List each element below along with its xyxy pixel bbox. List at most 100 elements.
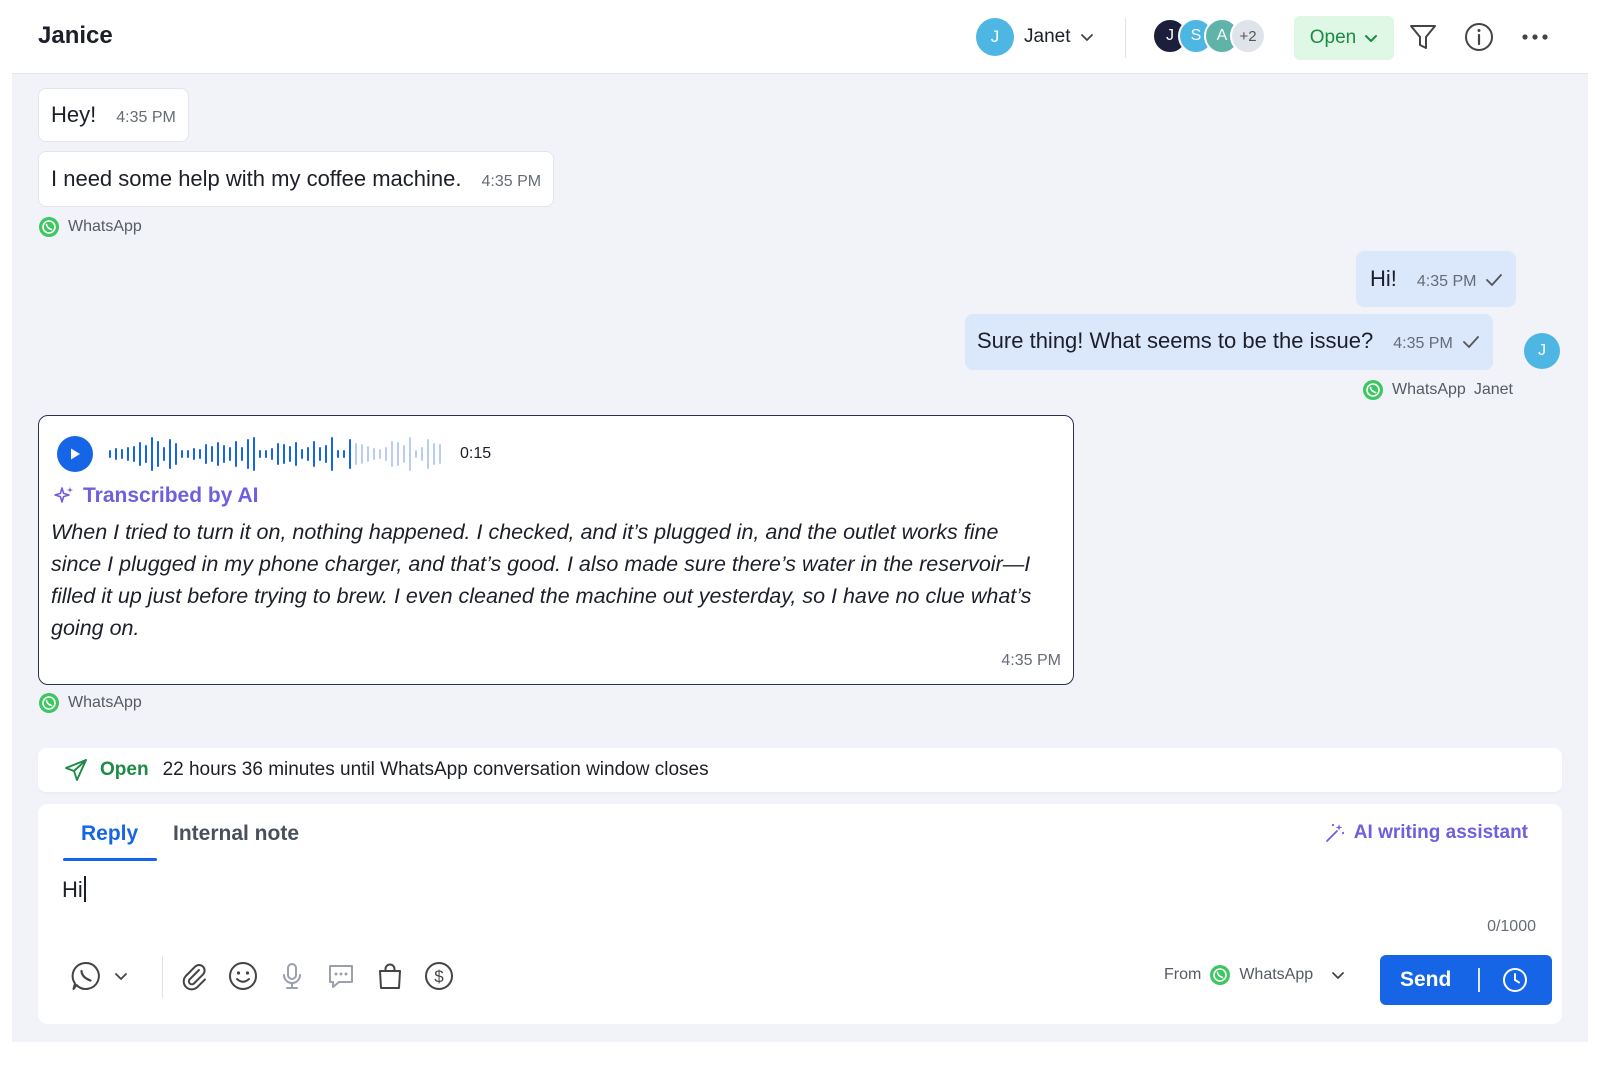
outgoing-message[interactable]: Hi! 4:35 PM	[1356, 251, 1517, 307]
channel-selector-button[interactable]	[70, 958, 136, 994]
waveform-bar	[319, 447, 321, 461]
attachment-icon	[182, 964, 206, 991]
window-status: Open	[100, 759, 149, 780]
message-text: I need some help with my coffee machine.	[51, 166, 462, 191]
assignee-dropdown[interactable]: J Janet	[976, 18, 1094, 56]
waveform-bar	[403, 445, 405, 463]
schedule-clock-icon[interactable]	[1502, 967, 1528, 993]
message-channel: WhatsApp	[38, 692, 142, 714]
play-button[interactable]	[57, 436, 93, 472]
waveform-bar	[139, 442, 141, 466]
toolbar-divider	[162, 956, 163, 998]
waveform-bar	[133, 446, 135, 462]
waveform-bar	[427, 439, 429, 469]
waveform-bar	[259, 450, 261, 458]
attach-file-button[interactable]	[176, 958, 212, 994]
tab-internal-note[interactable]: Internal note	[173, 822, 299, 846]
header-divider	[1125, 18, 1126, 58]
participants-more-count: +2	[1230, 18, 1266, 54]
tab-reply[interactable]: Reply	[81, 822, 138, 846]
message-time: 4:35 PM	[481, 173, 542, 190]
filter-button[interactable]	[1404, 18, 1442, 56]
send-button[interactable]: Send	[1380, 955, 1552, 1005]
participants-stack[interactable]: J S A +2	[1152, 18, 1266, 56]
character-counter: 0/1000	[1487, 918, 1536, 935]
info-button[interactable]	[1460, 18, 1498, 56]
waveform-bar	[349, 439, 351, 469]
contact-name: Janice	[38, 22, 113, 49]
waveform-bar	[229, 447, 231, 461]
waveform-bar	[313, 441, 315, 467]
ai-writing-assistant-button[interactable]: AI writing assistant	[1324, 822, 1528, 844]
channel-label: WhatsApp	[1392, 381, 1466, 398]
waveform-bar	[295, 442, 297, 466]
chat-template-icon	[329, 965, 353, 988]
chevron-down-icon	[1081, 34, 1094, 41]
waveform-bar	[157, 441, 159, 467]
status-dropdown-button[interactable]: Open	[1294, 16, 1394, 60]
waveform-bar	[127, 447, 129, 461]
waveform-bar	[199, 449, 201, 459]
outgoing-message[interactable]: Sure thing! What seems to be the issue? …	[965, 314, 1493, 370]
chevron-down-icon	[115, 973, 127, 980]
waveform-bar	[439, 444, 441, 464]
waveform-bar	[265, 450, 267, 458]
waveform-bar	[433, 443, 435, 465]
check-icon	[1462, 336, 1479, 348]
from-label: From	[1164, 966, 1202, 983]
message-channel: WhatsApp Janet	[1362, 379, 1513, 401]
message-time: 4:35 PM	[1001, 652, 1061, 669]
waveform-bar	[409, 437, 411, 471]
whatsapp-icon	[1210, 965, 1231, 985]
transcribed-by-ai-label: Transcribed by AI	[53, 484, 258, 508]
transcript-text: When I tried to turn it on, nothing happ…	[51, 520, 1032, 640]
voice-record-button[interactable]	[274, 958, 310, 994]
reply-input[interactable]: Hi	[62, 876, 1522, 916]
magic-wand-icon	[1325, 823, 1344, 842]
transcribed-label-text: Transcribed by AI	[83, 484, 259, 507]
product-catalog-button[interactable]	[372, 958, 408, 994]
message-time: 4:35 PM	[1393, 335, 1453, 352]
whatsapp-icon	[39, 217, 59, 237]
reply-draft-text: Hi	[62, 877, 83, 902]
waveform-bar	[241, 447, 243, 461]
incoming-message[interactable]: Hey! 4:35 PM	[38, 88, 189, 142]
more-options-button[interactable]	[1516, 18, 1554, 56]
waveform-bar	[175, 443, 177, 465]
message-time: 4:35 PM	[1416, 273, 1477, 290]
incoming-message[interactable]: I need some help with my coffee machine.…	[38, 151, 555, 207]
check-icon	[1486, 274, 1503, 286]
send-divider	[1478, 968, 1480, 992]
conversation-view: Janice J Janet J S A +2 Open Hey! 4:35 P…	[12, 0, 1588, 1042]
waveform-bar	[163, 447, 165, 461]
waveform-bar	[277, 443, 279, 465]
text-caret	[83, 876, 86, 902]
waveform-bar	[193, 448, 195, 460]
whatsapp-icon	[39, 693, 59, 713]
filter-icon	[1410, 25, 1436, 49]
waveform-bar	[415, 450, 417, 458]
quick-reply-button[interactable]	[323, 958, 359, 994]
emoji-button[interactable]	[225, 958, 261, 994]
send-label: Send	[1400, 968, 1452, 991]
assignee-name: Janet	[1024, 26, 1071, 47]
channel-label: WhatsApp	[68, 218, 142, 235]
waveform-bar	[337, 450, 339, 458]
chevron-down-icon	[1365, 35, 1378, 42]
waveform-bar	[181, 450, 183, 458]
whatsapp-icon	[71, 961, 100, 990]
agent-avatar: J	[1524, 333, 1560, 369]
message-text: Sure thing! What seems to be the issue?	[977, 328, 1374, 353]
conversation-header: Janice J Janet J S A +2 Open	[12, 0, 1588, 74]
waveform-bar	[301, 449, 303, 459]
ai-writing-assistant-label: AI writing assistant	[1353, 822, 1528, 843]
whatsapp-icon	[1363, 380, 1383, 400]
audio-waveform[interactable]	[107, 434, 453, 474]
waveform-bar	[283, 444, 285, 464]
from-channel-selector[interactable]: From WhatsApp	[1164, 964, 1345, 986]
waveform-bar	[115, 448, 117, 460]
waveform-bar	[385, 447, 387, 461]
payment-request-button[interactable]: $	[421, 958, 457, 994]
waveform-bar	[253, 437, 255, 471]
waveform-bar	[121, 449, 123, 459]
